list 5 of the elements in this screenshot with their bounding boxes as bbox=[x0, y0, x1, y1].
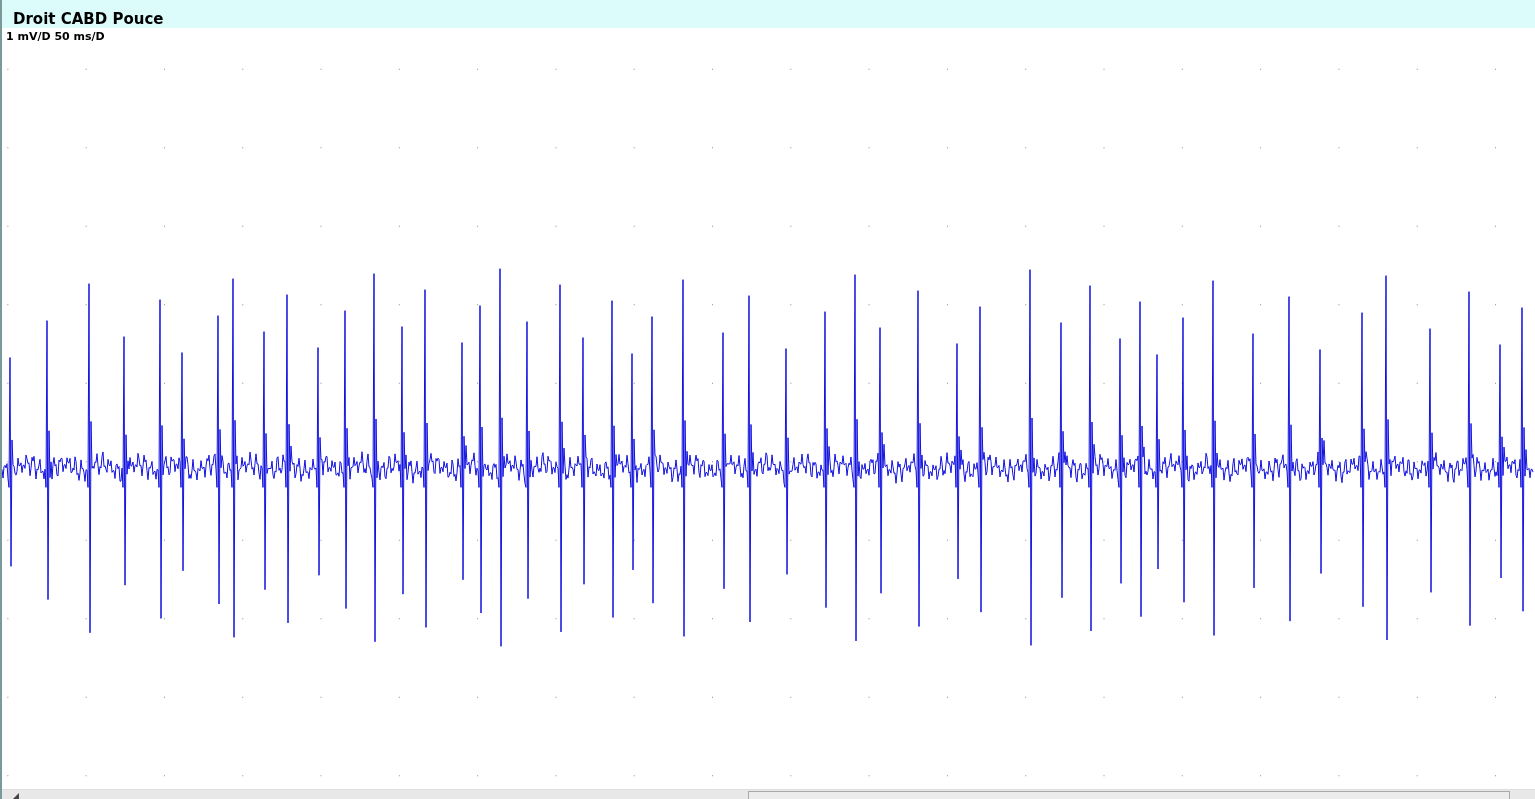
window-title: Droit CABD Pouce bbox=[13, 10, 164, 28]
horizontal-scrollbar[interactable] bbox=[2, 789, 1535, 799]
scale-label: 1 mV/D 50 ms/D bbox=[6, 30, 105, 43]
scrollbar-thumb[interactable] bbox=[748, 791, 1510, 799]
left-arrow-icon[interactable] bbox=[13, 793, 19, 799]
